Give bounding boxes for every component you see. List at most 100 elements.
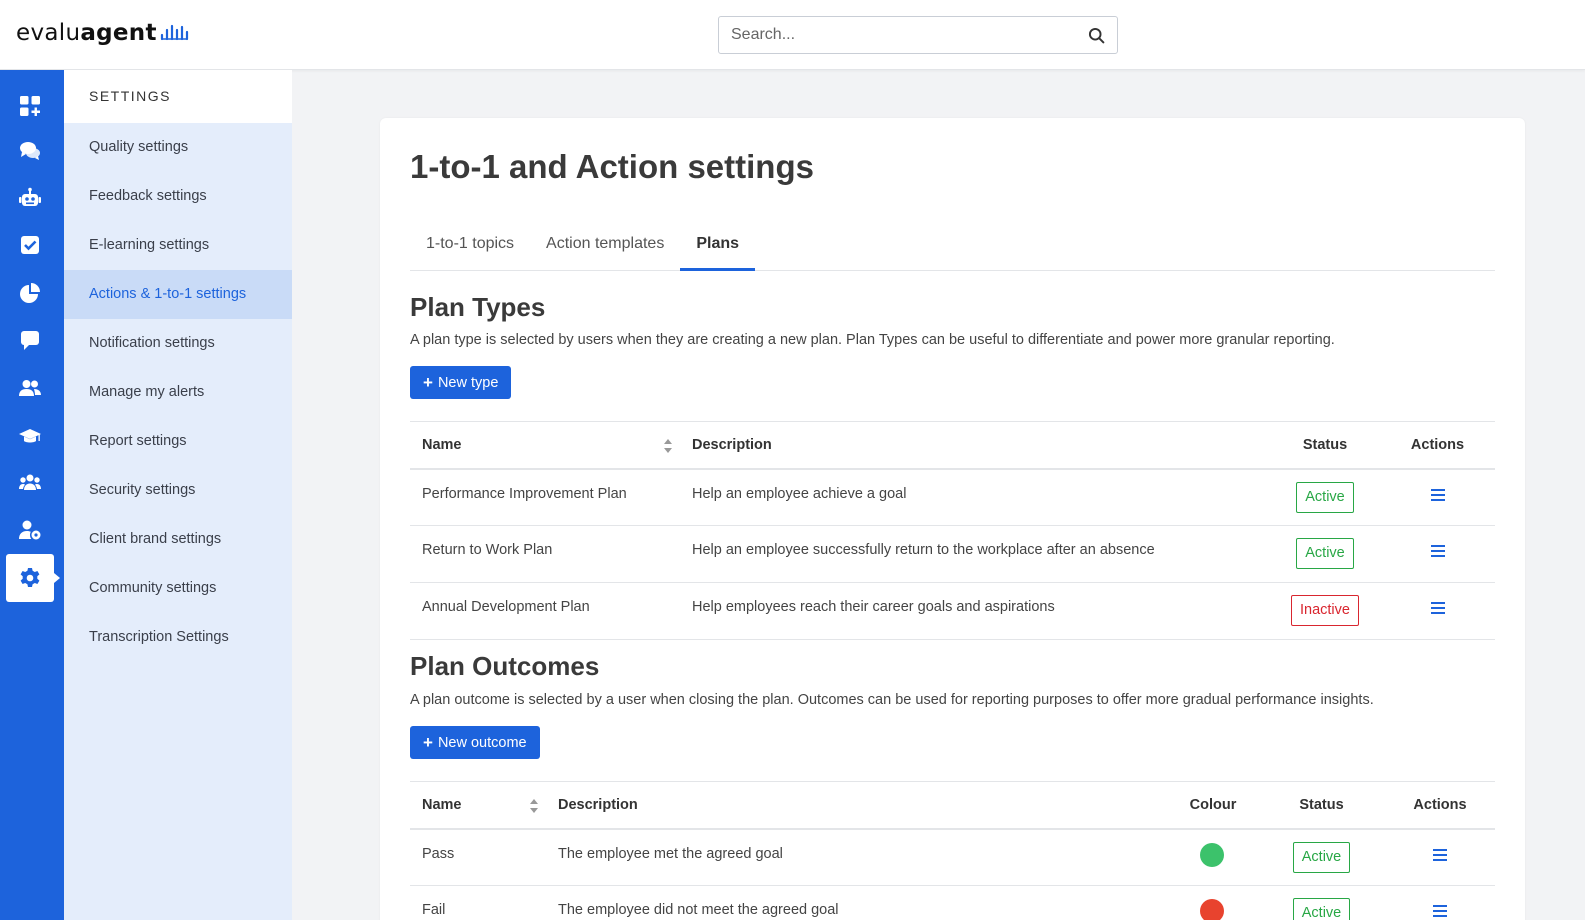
rail-tasks[interactable]: [0, 221, 60, 269]
logo-waveform-icon: [160, 24, 188, 41]
colour-swatch: [1200, 899, 1224, 920]
rail-reports[interactable]: [0, 269, 60, 317]
new-type-button[interactable]: + New type: [410, 366, 512, 399]
sidebar-item-feedback-settings[interactable]: Feedback settings: [64, 172, 292, 221]
plus-icon: +: [423, 373, 433, 392]
plan-outcome-description: The employee did not meet the agreed goa…: [546, 885, 1168, 920]
sidebar-item-transcription-settings[interactable]: Transcription Settings: [64, 613, 292, 662]
plan-types-description: A plan type is selected by users when th…: [410, 332, 1335, 348]
rail-teams[interactable]: [0, 459, 60, 507]
dashboard-icon: [20, 96, 40, 116]
rail-settings[interactable]: [6, 554, 60, 602]
evaluagent-logo[interactable]: evalu agent: [16, 20, 190, 46]
row-menu-icon[interactable]: [1430, 544, 1445, 558]
plan-types-title: Plan Types: [410, 292, 546, 322]
robot-icon: [19, 187, 41, 206]
plan-type-description: Help an employee achieve a goal: [680, 468, 1270, 526]
logo-text-light: evalu: [16, 20, 81, 46]
sidebar-item-actions-settings[interactable]: Actions & 1-to-1 settings: [64, 270, 292, 319]
main-card: 1-to-1 and Action settings 1-to-1 topics…: [380, 118, 1525, 920]
plan-type-description: Help an employee successfully return to …: [680, 525, 1270, 583]
rail-automation[interactable]: [0, 174, 60, 222]
status-badge[interactable]: Active: [1292, 841, 1351, 873]
plus-icon: +: [423, 733, 433, 752]
settings-sidebar: SETTINGS Quality settings Feedback setti…: [64, 70, 292, 920]
column-header-actions: Actions: [1380, 421, 1495, 470]
sort-icon[interactable]: [530, 799, 538, 813]
plan-outcomes-title: Plan Outcomes: [410, 651, 600, 681]
status-badge[interactable]: Active: [1292, 898, 1351, 920]
table-header-row: Name Description Status Actions: [410, 421, 1495, 470]
sort-icon[interactable]: [664, 439, 672, 453]
rail-user-settings[interactable]: [0, 506, 60, 554]
new-type-label: New type: [437, 374, 499, 391]
sidebar-item-notification-settings[interactable]: Notification settings: [64, 319, 292, 368]
search-input[interactable]: [719, 17, 1059, 53]
plan-type-name: Return to Work Plan: [410, 525, 680, 583]
user-settings-icon: [19, 520, 41, 540]
sidebar-item-quality-settings[interactable]: Quality settings: [64, 123, 292, 172]
settings-gear-icon: [20, 568, 40, 587]
status-badge[interactable]: Inactive: [1291, 595, 1359, 626]
tab-bar: 1-to-1 topics Action templates Plans: [410, 228, 1495, 271]
checkbox-icon: [21, 236, 39, 254]
row-menu-icon[interactable]: [1430, 601, 1445, 615]
row-menu-icon[interactable]: [1430, 488, 1445, 502]
rail-learning[interactable]: [0, 412, 60, 460]
table-row: Annual Development Plan Help employees r…: [410, 582, 1495, 640]
row-menu-icon[interactable]: [1433, 848, 1447, 862]
graduation-cap-icon: [19, 429, 41, 443]
plan-outcome-description: The employee met the agreed goal: [546, 828, 1168, 886]
row-menu-icon[interactable]: [1433, 904, 1447, 918]
top-bar: evalu agent: [0, 0, 1585, 70]
search-box: [718, 16, 1118, 54]
table-row: Return to Work Plan Help an employee suc…: [410, 525, 1495, 583]
tab-1to1-topics[interactable]: 1-to-1 topics: [410, 228, 530, 271]
table-row: Fail The employee did not meet the agree…: [410, 885, 1495, 920]
sidebar-item-report-settings[interactable]: Report settings: [64, 417, 292, 466]
pie-chart-icon: [20, 283, 40, 303]
plan-outcome-name: Pass: [410, 828, 546, 886]
sidebar-item-client-brand-settings[interactable]: Client brand settings: [64, 515, 292, 564]
tab-plans[interactable]: Plans: [680, 228, 756, 271]
sidebar-item-community-settings[interactable]: Community settings: [64, 564, 292, 613]
team-icon: [19, 474, 41, 490]
colour-swatch: [1200, 842, 1224, 867]
new-outcome-label: New outcome: [437, 734, 527, 751]
table-header-row: Name Description Colour Status Actions: [410, 781, 1495, 830]
rail-conversations[interactable]: [0, 127, 60, 175]
settings-heading: SETTINGS: [64, 70, 292, 123]
rail-users[interactable]: [0, 364, 60, 412]
users-icon: [19, 380, 41, 396]
column-header-actions: Actions: [1385, 781, 1495, 830]
column-header-name[interactable]: Name: [410, 421, 680, 470]
search-icon[interactable]: [1088, 27, 1105, 44]
plan-types-table: Name Description Status Actions Performa…: [410, 421, 1495, 640]
table-row: Performance Improvement Plan Help an emp…: [410, 468, 1495, 526]
column-header-description: Description: [680, 421, 1270, 470]
column-header-description: Description: [546, 781, 1168, 830]
rail-messages[interactable]: [0, 316, 60, 364]
sidebar-item-security-settings[interactable]: Security settings: [64, 466, 292, 515]
plan-type-name: Annual Development Plan: [410, 582, 680, 640]
chat-icon: [21, 331, 39, 350]
status-badge[interactable]: Active: [1296, 481, 1354, 513]
icon-rail: [0, 70, 64, 920]
status-badge[interactable]: Active: [1296, 538, 1354, 569]
new-outcome-button[interactable]: + New outcome: [410, 726, 540, 759]
plan-type-name: Performance Improvement Plan: [410, 468, 680, 526]
plan-outcome-name: Fail: [410, 885, 546, 920]
tab-action-templates[interactable]: Action templates: [530, 228, 680, 271]
column-header-colour: Colour: [1168, 781, 1258, 830]
logo-text-bold: agent: [80, 20, 157, 46]
conversations-icon: [20, 142, 40, 160]
rail-dashboard[interactable]: [0, 82, 60, 130]
sidebar-item-manage-alerts[interactable]: Manage my alerts: [64, 368, 292, 417]
column-header-status: Status: [1258, 781, 1385, 830]
table-row: Pass The employee met the agreed goal Ac…: [410, 828, 1495, 886]
column-header-status: Status: [1270, 421, 1380, 470]
plan-outcomes-table: Name Description Colour Status Actions P…: [410, 781, 1495, 920]
column-header-name[interactable]: Name: [410, 781, 546, 830]
page-title: 1-to-1 and Action settings: [410, 148, 814, 185]
sidebar-item-elearning-settings[interactable]: E-learning settings: [64, 221, 292, 270]
